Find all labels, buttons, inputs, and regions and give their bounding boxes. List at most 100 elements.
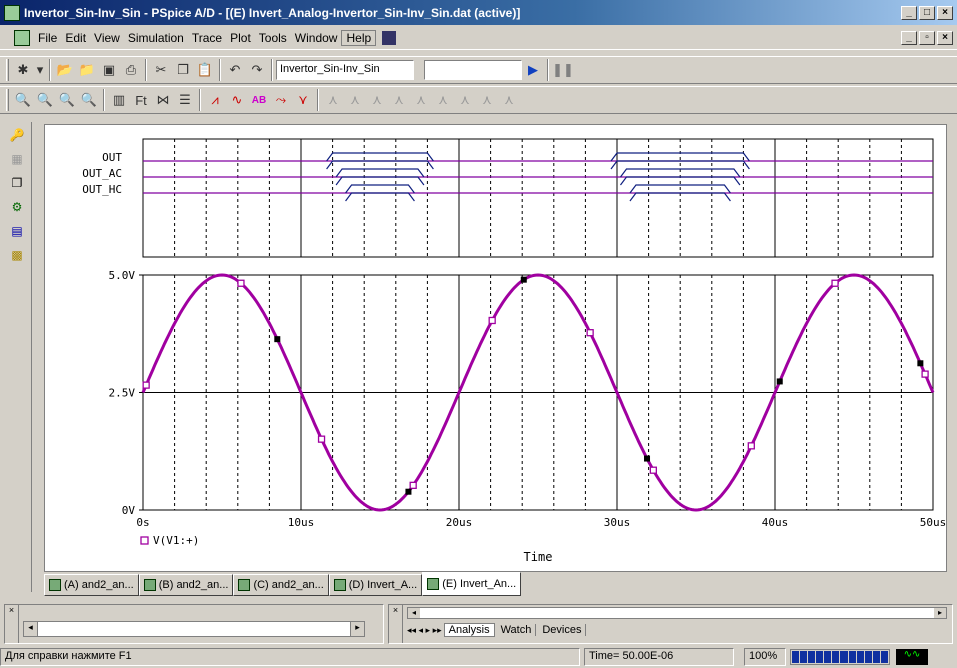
status-help: Для справки нажмите F1 — [0, 648, 580, 666]
open-sim-icon[interactable]: 📁 — [76, 59, 98, 81]
zoom-fit-icon[interactable]: 🔍 — [78, 89, 100, 111]
eval-goal-icon[interactable]: ∿ — [226, 89, 248, 111]
tab-c[interactable]: (C) and2_an... — [233, 574, 329, 596]
mark-data-icon[interactable]: ⤳ — [270, 89, 292, 111]
toggle-cursor-icon[interactable]: ⋎ — [292, 89, 314, 111]
menu-trace[interactable]: Trace — [188, 31, 226, 45]
log-y-icon[interactable]: ☰ — [174, 89, 196, 111]
waveform-plot[interactable]: OUT OUT_AC OUT_HC 0V 2.5V 5.0V 0s 10us 20us 3… — [45, 125, 946, 571]
digital-transition — [345, 184, 415, 194]
log-x-icon[interactable]: ▥ — [108, 89, 130, 111]
progress-bar — [790, 649, 890, 665]
undo-icon[interactable]: ↶ — [224, 59, 246, 81]
zoom-in-icon[interactable]: 🔍 — [12, 89, 34, 111]
simulation-profile-combo[interactable]: Invertor_Sin-Inv_Sin — [276, 60, 414, 80]
legend-label[interactable]: V(V1:+) — [153, 534, 199, 547]
redo-icon[interactable]: ↷ — [246, 59, 268, 81]
tab-watch[interactable]: Watch — [497, 624, 537, 636]
plot-window[interactable]: OUT OUT_AC OUT_HC 0V 2.5V 5.0V 0s 10us 20us 3… — [44, 124, 947, 572]
left-pane-hscroll[interactable]: ◂ ▸ — [23, 621, 365, 637]
tab-analysis[interactable]: Analysis — [443, 623, 495, 637]
scroll-right-icon[interactable]: ▸ — [934, 608, 946, 618]
menu-tools[interactable]: Tools — [255, 31, 291, 45]
cursor-min-icon[interactable]: ⋏ — [388, 89, 410, 111]
sim-settings-icon[interactable]: ⚙ — [6, 196, 28, 218]
search-combo[interactable] — [424, 60, 522, 80]
document-icon[interactable] — [14, 29, 30, 46]
menu-help[interactable]: Help — [341, 29, 377, 46]
menu-view[interactable]: View — [90, 31, 124, 45]
pause-icon[interactable]: ❚❚ — [552, 59, 574, 81]
print-icon[interactable]: ⎙ — [120, 59, 142, 81]
title-bar: Invertor_Sin-Inv_Sin - PSpice A/D - [(E)… — [0, 0, 957, 25]
cursor-trough-icon[interactable]: ⋏ — [344, 89, 366, 111]
menu-plot[interactable]: Plot — [226, 31, 255, 45]
scroll-right-icon[interactable]: ▸ — [350, 622, 364, 636]
doc-minimize-button[interactable]: _ — [901, 30, 917, 45]
cursor-max-icon[interactable]: ⋏ — [410, 89, 432, 111]
grid-icon[interactable]: ▦ — [6, 148, 28, 170]
new-icon[interactable]: ✱ — [12, 59, 34, 81]
cursor-peak-icon[interactable]: ⋏ — [322, 89, 344, 111]
trace-marker — [586, 329, 594, 337]
digital-label-out[interactable]: OUT — [102, 151, 122, 164]
save-icon[interactable]: ▣ — [98, 59, 120, 81]
tab-b[interactable]: (B) and2_an... — [138, 574, 234, 596]
probe-icon[interactable]: 🔑 — [6, 124, 28, 146]
trace-marker — [649, 466, 657, 474]
waveform-tab-icon — [49, 579, 61, 591]
digital-label-out-hc[interactable]: OUT_HC — [82, 183, 122, 196]
text-label-icon[interactable]: AB — [248, 89, 270, 111]
waveform-status-icon: ∿∿ — [896, 649, 928, 665]
cursor-slope-icon[interactable]: ⋏ — [366, 89, 388, 111]
waveform-tab-icon — [143, 579, 156, 591]
tab-a[interactable]: (A) and2_an... — [44, 574, 139, 596]
doc-restore-button[interactable]: ▫ — [919, 30, 935, 45]
y-tick-label: 2.5V — [109, 387, 136, 400]
digital-transition — [326, 152, 434, 162]
close-button[interactable]: × — [937, 5, 953, 20]
scroll-left-icon[interactable]: ◂ — [408, 608, 420, 618]
copy-plot-icon[interactable]: ❐ — [6, 172, 28, 194]
waveform-tab-icon — [238, 579, 251, 591]
doc-close-button[interactable]: × — [937, 30, 953, 45]
window-title: Invertor_Sin-Inv_Sin - PSpice A/D - [(E)… — [24, 5, 521, 20]
tab-e[interactable]: (E) Invert_An... — [422, 572, 522, 596]
add-trace-icon[interactable]: ⩘ — [204, 89, 226, 111]
tab-d[interactable]: (D) Invert_A... — [328, 574, 423, 596]
copy-icon[interactable]: ❐ — [172, 59, 194, 81]
left-pane-close-icon[interactable]: × — [5, 605, 19, 643]
open-icon[interactable]: 📂 — [54, 59, 76, 81]
next-transition-icon[interactable]: ⋏ — [476, 89, 498, 111]
zoom-area-icon[interactable]: 🔍 — [56, 89, 78, 111]
cursor-search-icon[interactable]: ⋏ — [454, 89, 476, 111]
sim-results-icon[interactable]: ▩ — [6, 244, 28, 266]
zoom-out-icon[interactable]: 🔍 — [34, 89, 56, 111]
trace-marker — [520, 276, 527, 283]
x-axis-label: Time — [524, 550, 553, 564]
maximize-button[interactable]: □ — [919, 5, 935, 20]
cut-icon[interactable]: ✂ — [150, 59, 172, 81]
whats-this-icon[interactable] — [382, 30, 397, 45]
menu-file[interactable]: File — [34, 31, 61, 45]
performance-icon[interactable]: ⋈ — [152, 89, 174, 111]
paste-icon[interactable]: 📋 — [194, 59, 216, 81]
right-pane-close-icon[interactable]: × — [389, 605, 403, 643]
fft-icon[interactable]: Ft — [130, 89, 152, 111]
menu-window[interactable]: Window — [291, 31, 342, 45]
prev-transition-icon[interactable]: ⋏ — [498, 89, 520, 111]
menu-edit[interactable]: Edit — [61, 31, 90, 45]
pspice-app-icon[interactable] — [4, 4, 20, 21]
tab-devices[interactable]: Devices — [538, 624, 587, 636]
new-dropdown-icon[interactable]: ▾ — [34, 59, 46, 81]
minimize-button[interactable]: _ — [901, 5, 917, 20]
right-pane-hscroll[interactable]: ◂ ▸ — [407, 607, 947, 619]
tab-nav-icons[interactable]: ◂◂ ◂ ▸ ▸▸ — [407, 625, 442, 636]
scroll-left-icon[interactable]: ◂ — [24, 622, 38, 636]
run-icon[interactable]: ▶ — [522, 59, 544, 81]
digital-label-out-ac[interactable]: OUT_AC — [82, 167, 122, 180]
output-file-icon[interactable]: ▤ — [6, 220, 28, 242]
cursor-point-icon[interactable]: ⋏ — [432, 89, 454, 111]
trace-marker — [488, 316, 496, 325]
menu-simulation[interactable]: Simulation — [124, 31, 188, 45]
